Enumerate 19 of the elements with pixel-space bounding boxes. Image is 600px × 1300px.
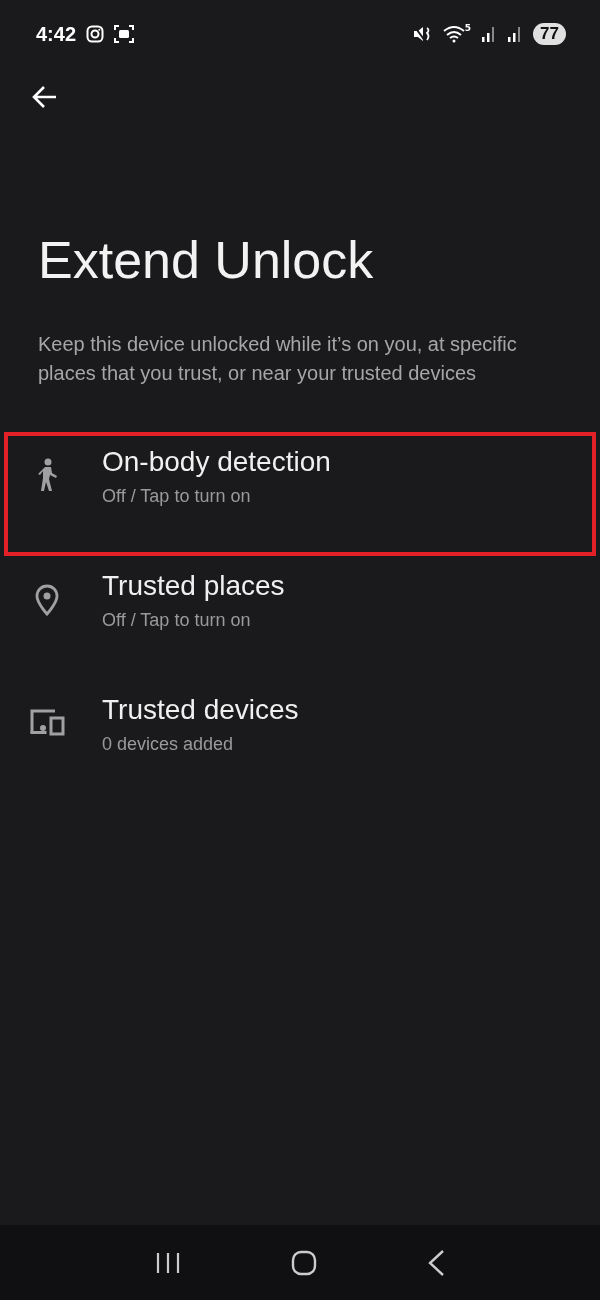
setting-status: Off / Tap to turn on (102, 610, 252, 631)
setting-title: Trusted places (102, 570, 285, 602)
setting-status: Off / Tap to turn on (102, 486, 252, 507)
wifi-icon (442, 25, 465, 43)
page-title: Extend Unlock (38, 230, 375, 290)
setting-item[interactable]: Trusted devices 0 devices added (4, 680, 596, 804)
setting-title: Trusted devices (102, 694, 299, 726)
wifi-speed-label: 5 (464, 23, 472, 33)
location-pin-icon (35, 584, 59, 616)
setting-title: On-body detection (102, 446, 331, 478)
devices-icon (29, 708, 65, 736)
status-time: 4:42 (36, 22, 77, 46)
screenshot-icon (114, 25, 135, 43)
highlighted-setting-item[interactable]: On-body detection Off / Tap to turn on (4, 432, 596, 556)
setting-item[interactable]: Trusted places Off / Tap to turn on (4, 556, 596, 680)
page-description: Keep this device unlocked while it’s on you, at specific places that you trust, or near your trusted devices (38, 332, 518, 386)
battery-level: 77 (533, 23, 566, 45)
camera-app-icon (86, 25, 105, 43)
setting-status: 0 devices added (102, 734, 235, 755)
